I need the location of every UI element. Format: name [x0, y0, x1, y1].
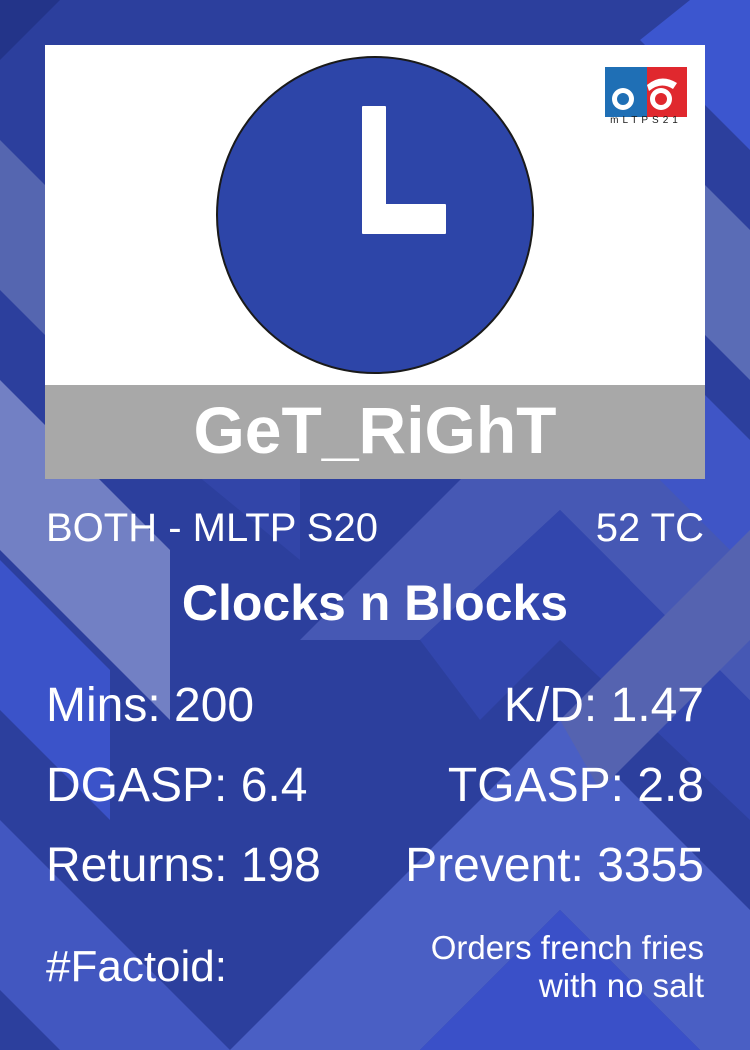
clock-icon: [216, 56, 534, 374]
stat-dgasp: DGASP: 6.4: [46, 759, 308, 812]
stat-returns: Returns: 198: [46, 839, 321, 892]
factoid-text: Orders french fries with no salt: [384, 929, 704, 1005]
team-name: Clocks n Blocks: [181, 575, 569, 631]
player-name: GeT_RiGhT: [45, 385, 705, 479]
stat-kd: K/D: 1.47: [503, 679, 704, 732]
stat-row-3: Returns: 198 Prevent: 3355: [46, 838, 704, 894]
factoid-line-1: Orders french fries: [430, 929, 704, 966]
player-card: mLTPS21 GeT_RiGhT BOTH - MLTP S20 52 TC …: [0, 0, 750, 1050]
league-row: BOTH - MLTP S20 52 TC: [46, 506, 704, 552]
mltp-logo-text: mLTPS21: [610, 115, 682, 126]
stat-mins: Mins: 200: [46, 679, 255, 732]
factoid-line-2: with no salt: [538, 967, 704, 1004]
factoid-label: #Factoid:: [46, 942, 227, 991]
league-label: BOTH - MLTP S20: [46, 506, 378, 550]
tc-value: 52 TC: [595, 506, 704, 550]
stat-row-1: Mins: 200 K/D: 1.47: [46, 678, 704, 734]
stat-prevent: Prevent: 3355: [405, 839, 704, 892]
stat-tgasp: TGASP: 2.8: [447, 759, 704, 812]
stat-row-2: DGASP: 6.4 TGASP: 2.8: [46, 758, 704, 814]
player-image-panel: mLTPS21: [45, 45, 705, 385]
